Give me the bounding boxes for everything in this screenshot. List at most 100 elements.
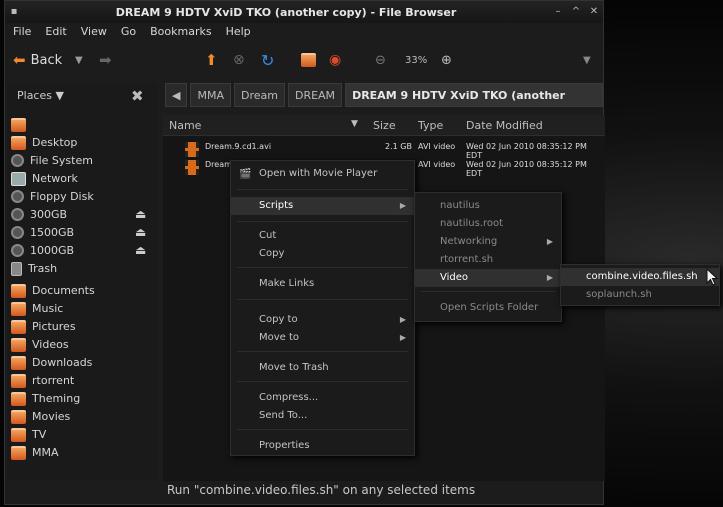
breadcrumb-dream[interactable]: Dream (233, 83, 285, 107)
drive-icon (11, 244, 24, 257)
sidebar-item-300gb[interactable]: 300GB (11, 206, 67, 223)
back-history-dropdown-icon[interactable]: ▼ (75, 48, 83, 72)
eject-icon[interactable]: ⏏ (135, 243, 146, 257)
drive-icon (11, 226, 24, 239)
table-row[interactable]: Dream.9.cd1.avi 2.1 GB AVI video Wed 02 … (163, 138, 605, 160)
menu-item-move-to[interactable]: Move to ▶ (231, 329, 414, 347)
sidebar-item-network[interactable]: Network (11, 170, 78, 187)
file-type: AVI video (418, 142, 456, 151)
menu-item-open-scripts-folder[interactable]: Open Scripts Folder (415, 299, 561, 317)
sort-chevron-down-icon[interactable]: ▼ (351, 119, 358, 129)
context-menu: 🎬 Open with Movie Player Scripts ▶ Cut Co… (230, 160, 415, 456)
menu-item-compress[interactable]: Compress... (231, 389, 414, 407)
sidebar-item-videos[interactable]: Videos (11, 336, 69, 353)
sidebar-item-movies[interactable]: Movies (11, 408, 70, 425)
menu-item-move-to-trash[interactable]: Move to Trash (231, 359, 414, 377)
sidebar-item-file-system[interactable]: File System (11, 152, 93, 169)
stop-icon[interactable]: ⊗ (233, 48, 245, 72)
menu-go[interactable]: Go (121, 23, 144, 41)
maximize-icon[interactable]: ^ (567, 4, 585, 20)
breadcrumb-current[interactable]: DREAM 9 HDTV XviD TKO (another copy) (345, 83, 603, 126)
video-file-icon (185, 160, 199, 175)
submenu-arrow-icon: ▶ (546, 237, 553, 246)
sidebar-item-mma[interactable]: MMA (11, 444, 59, 461)
menu-item-copy[interactable]: Copy (231, 245, 414, 263)
folder-icon (11, 319, 26, 334)
column-name[interactable]: Name (169, 119, 201, 132)
eject-icon[interactable]: ⏏ (135, 207, 146, 221)
arrow-left-icon: ⬅ (13, 51, 26, 69)
submenu-arrow-icon: ▶ (546, 273, 553, 282)
folder-icon (11, 409, 26, 424)
menu-item-video[interactable]: Video ▶ (415, 269, 561, 287)
close-sidebar-icon[interactable]: ✖ (131, 87, 144, 105)
desktop-folder-icon (11, 135, 26, 150)
column-type[interactable]: Type (418, 119, 443, 132)
toolbar-overflow-icon[interactable]: ▼ (583, 48, 591, 72)
sidebar-item-pictures[interactable]: Pictures (11, 318, 76, 335)
close-icon[interactable]: ✕ (585, 4, 603, 20)
menu-item-networking[interactable]: Networking ▶ (415, 233, 561, 251)
forward-arrow-icon[interactable]: ➡ (99, 48, 112, 72)
menu-edit[interactable]: Edit (45, 23, 74, 41)
menu-view[interactable]: View (81, 23, 115, 41)
menu-item-combine-video-files[interactable]: combine.video.files.sh (561, 268, 719, 286)
status-bar: Run "combine.video.files.sh" on any sele… (167, 483, 476, 497)
eject-icon[interactable]: ⏏ (135, 225, 146, 239)
sidebar-item-home[interactable] (11, 116, 32, 133)
menu-help[interactable]: Help (226, 23, 259, 41)
sidebar-item-documents[interactable]: Documents (11, 282, 95, 299)
sidebar-item-floppy-disk[interactable]: Floppy Disk (11, 188, 94, 205)
folder-icon (11, 373, 26, 388)
menu-item-send-to[interactable]: Send To... (231, 407, 414, 425)
sidebar-item-downloads[interactable]: Downloads (11, 354, 92, 371)
home-folder-icon (11, 117, 26, 132)
separator (237, 267, 408, 268)
minimize-icon[interactable]: – (549, 4, 567, 20)
zoom-out-icon[interactable]: ⊖ (375, 48, 386, 72)
up-arrow-icon[interactable]: ⬆ (205, 48, 218, 72)
menu-item-script-rtorrent[interactable]: rtorrent.sh (415, 251, 561, 269)
network-icon (11, 171, 26, 186)
separator (237, 189, 408, 190)
menu-item-open-with[interactable]: 🎬 Open with Movie Player (231, 165, 414, 183)
sidebar-item-trash[interactable]: Trash (11, 260, 57, 277)
sidebar-item-music[interactable]: Music (11, 300, 63, 317)
menu-file[interactable]: File (13, 23, 39, 41)
places-dropdown[interactable]: Places ▼ (17, 89, 64, 102)
title-bar[interactable]: ▪ DREAM 9 HDTV XviD TKO (another copy) -… (5, 1, 603, 23)
sidebar-item-theming[interactable]: Theming (11, 390, 80, 407)
breadcrumb-mma[interactable]: MMA (190, 83, 231, 107)
folder-icon (11, 301, 26, 316)
back-button[interactable]: ⬅ Back (13, 48, 62, 72)
reload-icon[interactable]: ↻ (261, 48, 274, 72)
breadcrumb-back-arrow-icon[interactable]: ◀ (165, 83, 188, 107)
window-menu-icon[interactable]: ▪ (5, 4, 23, 20)
file-name: Dream (205, 160, 232, 169)
sidebar-item-1500gb[interactable]: 1500GB (11, 224, 74, 241)
menu-item-make-links[interactable]: Make Links (231, 275, 414, 293)
folder-icon (11, 337, 26, 352)
sidebar-item-rtorrent[interactable]: rtorrent (11, 372, 74, 389)
sidebar-item-desktop[interactable]: Desktop (11, 134, 77, 151)
mouse-pointer-icon (706, 268, 718, 286)
sidebar-item-1000gb[interactable]: 1000GB (11, 242, 74, 259)
sidebar-item-tv[interactable]: TV (11, 426, 46, 443)
zoom-in-icon[interactable]: ⊕ (441, 48, 452, 72)
trash-icon (11, 261, 22, 276)
column-size[interactable]: Size (373, 119, 396, 132)
menu-bookmarks[interactable]: Bookmarks (150, 23, 219, 41)
menu-item-script-nautilus-root[interactable]: nautilus.root (415, 215, 561, 233)
menu-item-soplaunch[interactable]: soplaunch.sh (561, 286, 719, 304)
menu-item-copy-to[interactable]: Copy to ▶ (231, 311, 414, 329)
computer-icon[interactable]: ◉ (329, 48, 341, 72)
menu-item-script-nautilus[interactable]: nautilus (415, 197, 561, 215)
menu-item-cut[interactable]: Cut (231, 227, 414, 245)
scripts-submenu: nautilus nautilus.root Networking ▶ rtorr… (414, 192, 562, 322)
menu-item-scripts[interactable]: Scripts ▶ (231, 197, 414, 215)
menu-item-properties[interactable]: Properties (231, 437, 414, 455)
separator (237, 429, 408, 430)
breadcrumb-dream-upper[interactable]: DREAM (287, 83, 343, 107)
column-date[interactable]: Date Modified (466, 119, 543, 132)
home-folder-icon[interactable] (301, 48, 316, 72)
